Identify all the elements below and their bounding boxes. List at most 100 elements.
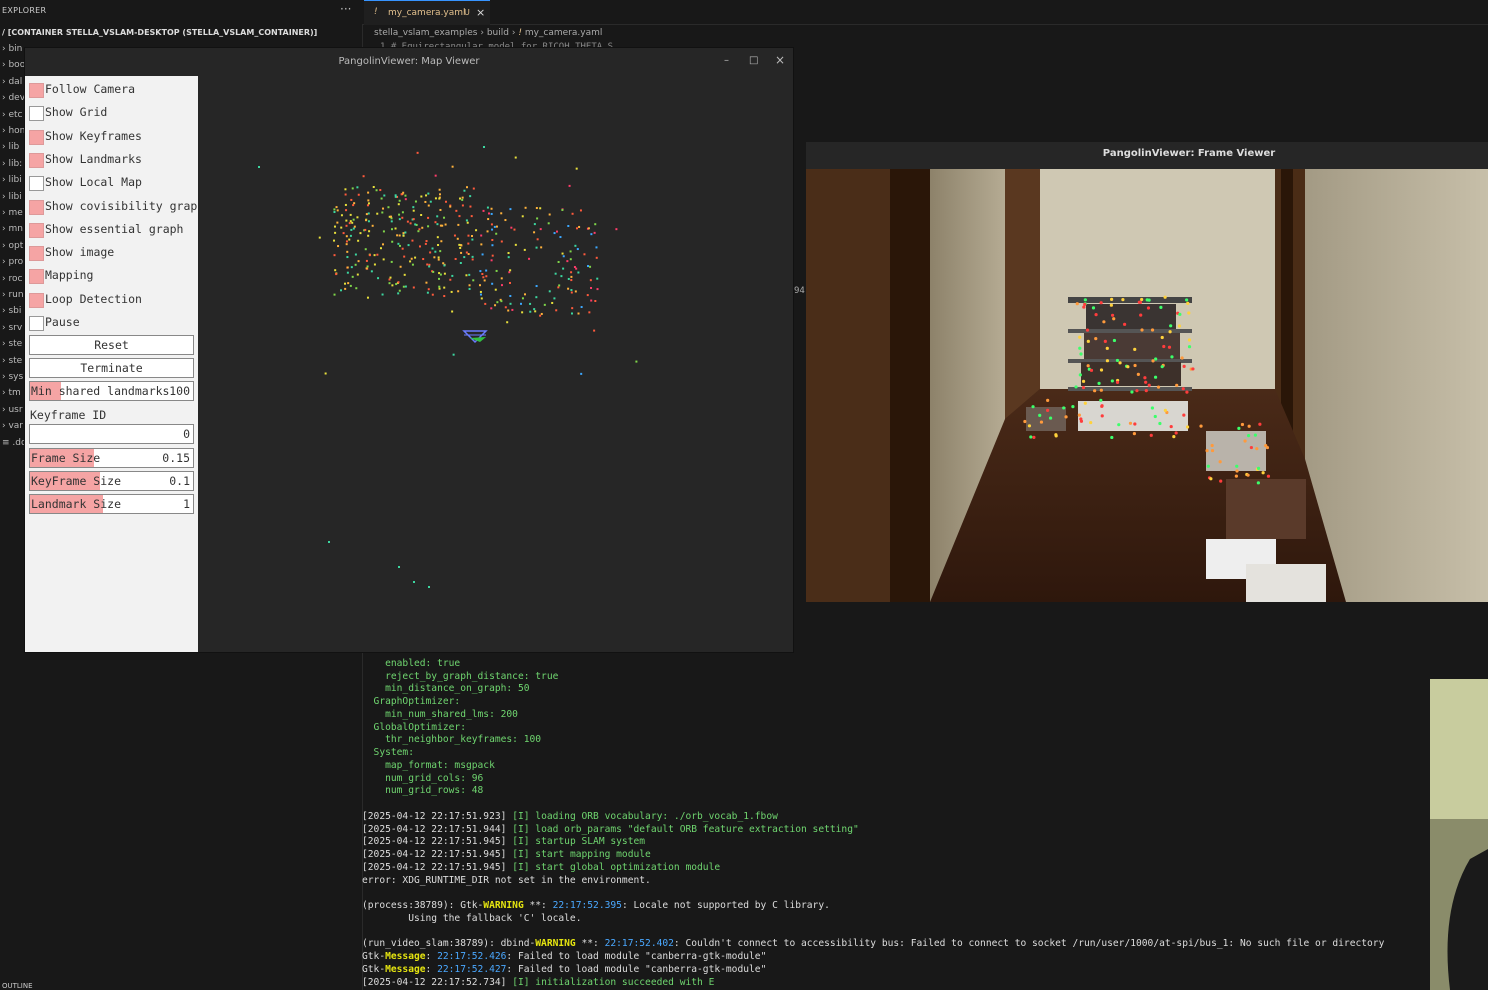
checkbox-show-covisibility-graph[interactable]: Show covisibility graph: [29, 197, 204, 217]
landmark-point: [459, 261, 462, 264]
keyframe-id-field[interactable]: 0: [29, 424, 194, 444]
terminal-line: map_format: msgpack: [362, 759, 495, 771]
outline-section[interactable]: OUTLINE: [2, 982, 33, 990]
checkbox-box[interactable]: [29, 176, 44, 192]
map-3d-view[interactable]: [198, 76, 793, 652]
tab-my-camera-yaml[interactable]: ! my_camera.yaml U ×: [364, 0, 490, 25]
tree-item[interactable]: › mn: [2, 224, 23, 234]
landmark-point: [436, 223, 439, 226]
landmark-point: [394, 227, 397, 230]
tree-item[interactable]: › ste: [2, 339, 22, 349]
landmark-point: [509, 294, 512, 297]
tree-item[interactable]: › usr: [2, 405, 23, 415]
tree-item[interactable]: › opt: [2, 241, 23, 251]
more-actions-icon[interactable]: ···: [340, 2, 351, 16]
landmark-size-slider[interactable]: Landmark Size 1: [29, 494, 194, 514]
checkbox-show-image[interactable]: Show image: [29, 243, 202, 263]
landmark-point: [580, 306, 583, 309]
tree-item[interactable]: › sys: [2, 372, 23, 382]
tree-item[interactable]: › lib: [2, 142, 19, 152]
feature-point: [1102, 320, 1106, 324]
landmark-point: [490, 207, 493, 210]
feature-point: [1210, 443, 1214, 448]
checkbox-box[interactable]: [29, 292, 44, 308]
tree-item[interactable]: › libi: [2, 192, 22, 202]
terminate-button[interactable]: Terminate: [29, 358, 194, 378]
tree-item[interactable]: › roc: [2, 274, 22, 284]
landmark-point: [376, 212, 379, 215]
camera-frame-image[interactable]: [806, 169, 1488, 602]
checkbox-box[interactable]: [29, 152, 44, 168]
landmark-point: [407, 244, 410, 247]
tree-item[interactable]: › hon: [2, 126, 25, 136]
landmark-point: [535, 246, 538, 249]
tree-item[interactable]: › pro: [2, 257, 23, 267]
tree-item[interactable]: › me: [2, 208, 23, 218]
tree-item[interactable]: › run: [2, 290, 24, 300]
checkbox-box[interactable]: [29, 269, 44, 285]
close-icon[interactable]: ×: [775, 53, 785, 67]
checkbox-box[interactable]: [29, 199, 44, 215]
checkbox-mapping[interactable]: Mapping: [29, 266, 202, 286]
keyframe-size-slider[interactable]: KeyFrame Size 0.1: [29, 471, 194, 491]
landmark-point: [551, 301, 554, 304]
landmark-point: [560, 275, 563, 278]
maximize-icon[interactable]: □: [749, 55, 758, 66]
tree-item[interactable]: ≡ .do: [2, 438, 27, 448]
tree-item[interactable]: › var: [2, 421, 23, 431]
checkbox-show-local-map[interactable]: Show Local Map: [29, 173, 202, 193]
landmark-point: [351, 275, 354, 278]
tree-item[interactable]: › ste: [2, 356, 22, 366]
map-viewer-titlebar[interactable]: PangolinViewer: Map Viewer – □ ×: [25, 48, 793, 76]
checkbox-pause[interactable]: Pause: [29, 313, 202, 333]
breadcrumb-item[interactable]: build: [487, 28, 509, 38]
frame-size-slider[interactable]: Frame Size 0.15: [29, 448, 194, 468]
checkbox-box[interactable]: [29, 129, 44, 145]
landmark-point: [427, 288, 430, 291]
landmark-point: [381, 243, 384, 246]
tree-item[interactable]: › boo: [2, 60, 25, 70]
feature-point: [1144, 389, 1148, 393]
tree-item[interactable]: › libi: [2, 175, 22, 185]
feature-point: [1256, 481, 1260, 485]
feature-point: [1147, 383, 1151, 387]
checkbox-follow-camera[interactable]: Follow Camera: [29, 80, 202, 100]
checkbox-box[interactable]: [29, 316, 44, 331]
feature-point: [1094, 312, 1098, 317]
checkbox-box[interactable]: [29, 246, 44, 262]
workspace-root[interactable]: / [CONTAINER STELLA_VSLAM-DESKTOP (STELL…: [2, 28, 317, 37]
tree-item[interactable]: › bin: [2, 44, 22, 54]
checkbox-box[interactable]: [29, 222, 44, 238]
landmark-point: [469, 195, 472, 198]
tree-item[interactable]: › dev: [2, 93, 25, 103]
checkbox-loop-detection[interactable]: Loop Detection: [29, 290, 202, 310]
checkbox-show-grid[interactable]: Show Grid: [29, 103, 202, 123]
min-shared-landmarks-slider[interactable]: Min shared landmarks 100: [29, 381, 194, 401]
tree-item[interactable]: › tm: [2, 388, 21, 398]
checkbox-show-keyframes[interactable]: Show Keyframes: [29, 127, 202, 147]
tree-item[interactable]: › srv: [2, 323, 22, 333]
tree-item[interactable]: › etc: [2, 110, 22, 120]
tree-item[interactable]: › dal: [2, 77, 22, 87]
landmark-point: [398, 289, 401, 292]
tree-item[interactable]: › lib:: [2, 159, 22, 169]
landmark-point: [461, 204, 464, 207]
feature-point: [1181, 387, 1185, 391]
breadcrumb-item[interactable]: stella_vslam_examples: [374, 28, 478, 38]
terminal-panel[interactable]: enabled: true reject_by_graph_distance: …: [362, 645, 1430, 990]
checkbox-show-essential-graph[interactable]: Show essential graph: [29, 220, 202, 240]
tree-item-label: hon: [8, 126, 26, 136]
checkbox-box[interactable]: [29, 83, 44, 98]
checkbox-show-landmarks[interactable]: Show Landmarks: [29, 150, 202, 170]
breadcrumb-item[interactable]: my_camera.yaml: [525, 28, 603, 38]
checkbox-box[interactable]: [29, 106, 44, 122]
reset-button[interactable]: Reset: [29, 335, 194, 355]
landmark-point: [346, 266, 349, 269]
landmark-point: [568, 184, 571, 187]
tree-item[interactable]: › sbi: [2, 306, 21, 316]
landmark-point: [398, 234, 401, 237]
landmark-point: [615, 228, 618, 231]
landmark-point: [418, 228, 421, 231]
minimize-icon[interactable]: –: [724, 55, 729, 66]
close-icon[interactable]: ×: [476, 6, 485, 19]
